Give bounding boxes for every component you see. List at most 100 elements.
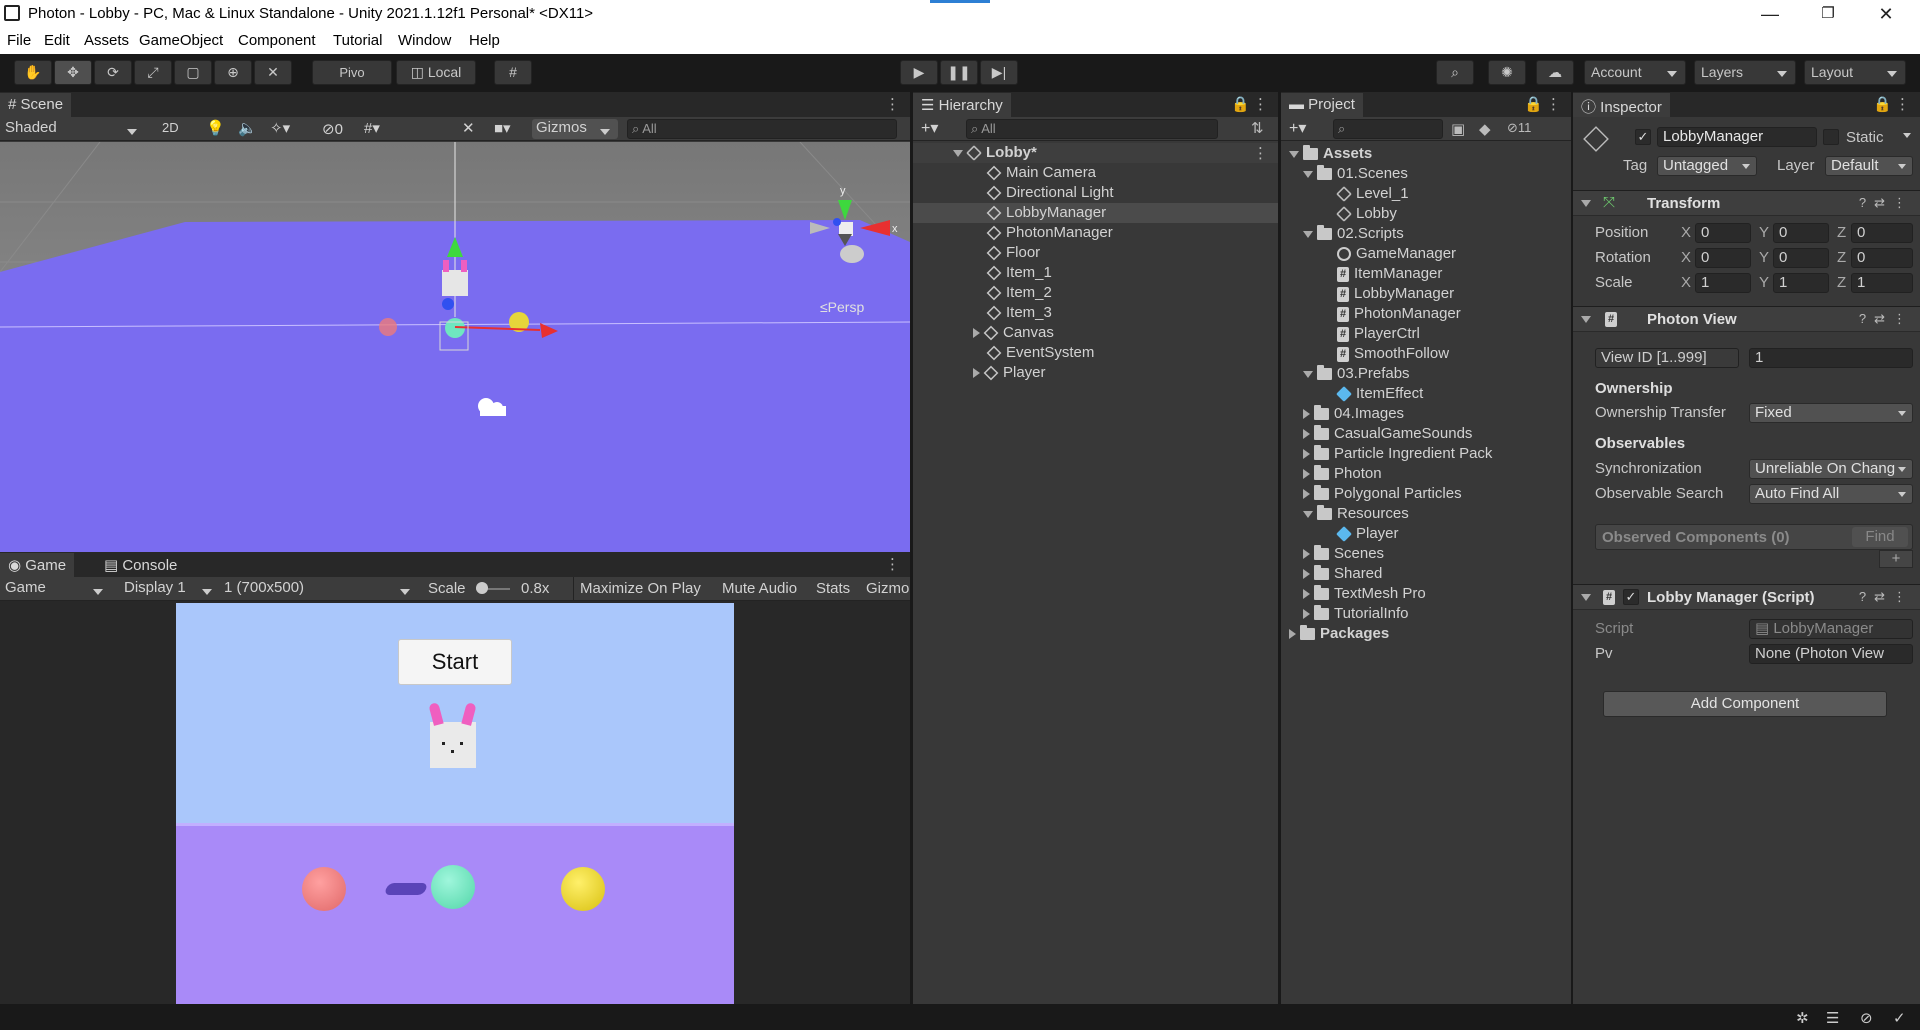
tab-project[interactable]: ▬ Project: [1281, 93, 1363, 117]
position-z-input[interactable]: 0: [1851, 223, 1913, 243]
move-tool-icon[interactable]: ✥: [54, 60, 92, 85]
observable-search-dropdown[interactable]: Auto Find All: [1749, 484, 1913, 504]
menu-assets[interactable]: Assets: [84, 32, 129, 49]
scale-z-input[interactable]: 1: [1851, 273, 1913, 293]
prefab-file-itemeffect[interactable]: ItemEffect: [1336, 384, 1423, 404]
check-icon[interactable]: ✓: [1893, 1009, 1906, 1027]
game-gizmos-toggle[interactable]: Gizmo: [866, 580, 909, 597]
project-menu-icon[interactable]: ⋮: [1546, 95, 1561, 113]
scene-menu-icon[interactable]: ⋮: [885, 95, 900, 113]
grid-snap-icon[interactable]: #: [494, 60, 532, 85]
pivot-toggle[interactable]: Pivo: [312, 60, 392, 85]
layer-dropdown[interactable]: Default: [1825, 156, 1913, 176]
hierarchy-item-lobbymanager[interactable]: LobbyManager: [986, 203, 1106, 223]
prefab-file-player[interactable]: Player: [1336, 524, 1399, 544]
hand-tool-icon[interactable]: ✋: [14, 60, 52, 85]
hidden-objects-icon[interactable]: ⊘0: [322, 120, 343, 138]
maximize-on-play-toggle[interactable]: Maximize On Play: [580, 580, 701, 597]
folder-tutorialinfo[interactable]: TutorialInfo: [1303, 604, 1408, 624]
add-component-button[interactable]: Add Component: [1603, 691, 1887, 717]
layers-dropdown[interactable]: Layers: [1694, 60, 1796, 85]
start-button[interactable]: Start: [398, 639, 512, 685]
mute-audio-toggle[interactable]: Mute Audio: [722, 580, 797, 597]
static-checkbox[interactable]: [1823, 129, 1839, 145]
script-file-itemmanager[interactable]: # ItemManager: [1337, 264, 1442, 284]
tab-scene[interactable]: # Scene: [0, 93, 72, 117]
account-dropdown[interactable]: Account: [1584, 60, 1686, 85]
menu-tutorial[interactable]: Tutorial: [333, 32, 382, 49]
scale-x-input[interactable]: 1: [1695, 273, 1751, 293]
folder-images-04[interactable]: 04.Images: [1303, 404, 1404, 424]
hierarchy-item-player[interactable]: Player: [973, 363, 1046, 383]
project-lock-icon[interactable]: 🔒: [1524, 95, 1543, 113]
transform-header-icons[interactable]: ?⇄⋮: [1859, 195, 1914, 211]
script-file-photonmanager[interactable]: # PhotonManager: [1337, 304, 1461, 324]
transform-collapse-icon[interactable]: [1581, 200, 1591, 207]
menu-help[interactable]: Help: [469, 32, 500, 49]
lighting-icon[interactable]: 💡: [206, 119, 225, 137]
project-assets-folder[interactable]: Assets: [1289, 144, 1372, 164]
active-checkbox[interactable]: ✓: [1635, 129, 1651, 145]
camera-icon[interactable]: ■▾: [494, 119, 511, 137]
find-button[interactable]: Find: [1852, 527, 1908, 547]
scene-grid-icon[interactable]: #▾: [364, 119, 380, 137]
folder-photon[interactable]: Photon: [1303, 464, 1382, 484]
photon-view-header[interactable]: # Photon View ?⇄⋮: [1573, 306, 1920, 332]
tab-console[interactable]: ▤ Console: [96, 553, 186, 577]
folder-particle-ingredient-pack[interactable]: Particle Ingredient Pack: [1303, 444, 1492, 464]
script-file-playerctrl[interactable]: # PlayerCtrl: [1337, 324, 1420, 344]
services-icon[interactable]: ✺: [1488, 60, 1526, 85]
search-icon[interactable]: ⌕: [1436, 60, 1474, 85]
hierarchy-item-eventsystem[interactable]: EventSystem: [986, 343, 1094, 363]
scene-ball-red[interactable]: [379, 318, 397, 336]
scene-viewport[interactable]: y x ≤Persp: [0, 142, 910, 552]
scale-slider-thumb[interactable]: [476, 582, 488, 594]
menu-window[interactable]: Window: [398, 32, 451, 49]
scene-root-menu-icon[interactable]: ⋮: [1253, 144, 1268, 162]
tab-hierarchy[interactable]: ☰ Hierarchy: [913, 93, 1011, 117]
photon-view-collapse-icon[interactable]: [1581, 316, 1591, 323]
lobby-manager-header[interactable]: # ✓ Lobby Manager (Script) ?⇄⋮: [1573, 584, 1920, 610]
folder-casualgamesounds[interactable]: CasualGameSounds: [1303, 424, 1472, 444]
hierarchy-item-item-1[interactable]: Item_1: [986, 263, 1052, 283]
hierarchy-lock-icon[interactable]: 🔒: [1231, 95, 1250, 113]
folder-prefabs-03[interactable]: 03.Prefabs: [1303, 364, 1410, 384]
folder-textmesh-pro[interactable]: TextMesh Pro: [1303, 584, 1426, 604]
tab-game[interactable]: ◉ Game: [0, 553, 75, 577]
hierarchy-sort-icon[interactable]: ⇅: [1251, 119, 1264, 137]
mode-2d-toggle[interactable]: 2D: [162, 120, 179, 135]
search-by-label-icon[interactable]: ◆: [1479, 120, 1491, 138]
folder-polygonal-particles[interactable]: Polygonal Particles: [1303, 484, 1462, 504]
close-button[interactable]: ✕: [1866, 2, 1906, 26]
object-name-input[interactable]: LobbyManager: [1657, 127, 1817, 147]
folder-shared[interactable]: Shared: [1303, 564, 1382, 584]
pause-button[interactable]: ❚❚: [940, 60, 978, 85]
persp-label[interactable]: ≤Persp: [820, 299, 864, 315]
menu-file[interactable]: File: [7, 32, 31, 49]
hierarchy-item-canvas[interactable]: Canvas: [973, 323, 1054, 343]
game-viewport[interactable]: Start: [176, 603, 734, 1004]
rect-tool-icon[interactable]: ▢: [174, 60, 212, 85]
menu-gameobject[interactable]: GameObject: [139, 32, 223, 49]
pv-object-field[interactable]: None (Photon View: [1749, 644, 1913, 664]
folder-resources[interactable]: Resources: [1303, 504, 1409, 524]
search-by-type-icon[interactable]: ▣: [1451, 120, 1465, 138]
transform-header[interactable]: ⤧ Transform ?⇄⋮: [1573, 190, 1920, 216]
scene-file-lobby[interactable]: Lobby: [1336, 204, 1397, 224]
inspector-menu-icon[interactable]: ⋮: [1895, 95, 1910, 113]
scene-root-item[interactable]: Lobby*: [953, 143, 1037, 163]
scale-tool-icon[interactable]: ⤢: [134, 60, 172, 85]
position-x-input[interactable]: 0: [1695, 223, 1751, 243]
step-button[interactable]: ▶|: [980, 60, 1018, 85]
tab-inspector[interactable]: ⓘ Inspector: [1573, 93, 1670, 117]
debug-icon[interactable]: ✲: [1796, 1009, 1809, 1027]
hierarchy-item-main-camera[interactable]: Main Camera: [986, 163, 1096, 183]
lobby-manager-collapse-icon[interactable]: [1581, 594, 1591, 601]
inspector-lock-icon[interactable]: 🔒: [1873, 95, 1892, 113]
tools-icon[interactable]: ✕: [462, 119, 475, 137]
play-button[interactable]: ▶: [900, 60, 938, 85]
ownership-transfer-dropdown[interactable]: Fixed: [1749, 403, 1913, 423]
lobby-manager-enabled-checkbox[interactable]: ✓: [1623, 589, 1639, 605]
project-add-button[interactable]: +▾: [1289, 118, 1306, 138]
add-observed-button[interactable]: +: [1879, 550, 1913, 568]
